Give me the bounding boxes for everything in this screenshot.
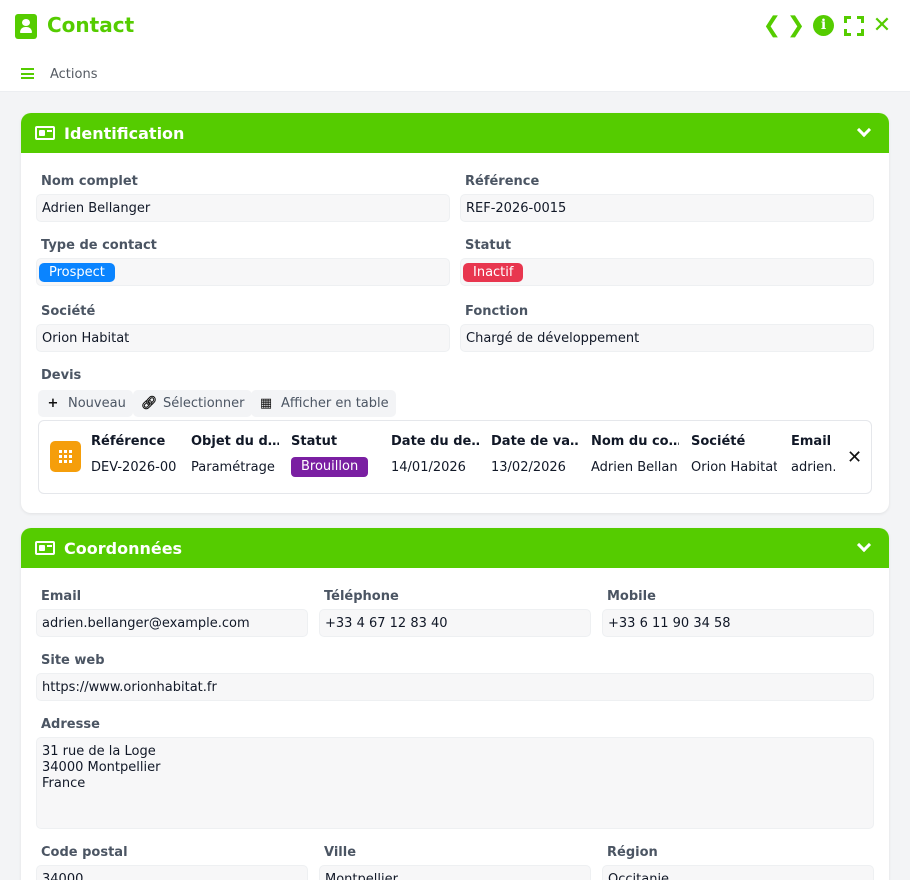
selectionner-button[interactable]: 🔗︎ Sélectionner bbox=[133, 390, 252, 417]
code-postal-field[interactable]: 34000 bbox=[36, 865, 308, 880]
identification-title: Identification bbox=[64, 124, 185, 143]
site-web-field[interactable]: https://www.orionhabitat.fr bbox=[36, 673, 874, 701]
site-web-label: Site web bbox=[41, 653, 105, 668]
nouveau-button[interactable]: + Nouveau bbox=[38, 390, 133, 417]
cell-email[interactable]: adrien.l bbox=[791, 460, 835, 475]
email-field[interactable]: adrien.bellanger@example.com bbox=[36, 609, 308, 637]
region-label: Région bbox=[607, 845, 658, 860]
col-reference[interactable]: Référence bbox=[91, 434, 183, 449]
coordonnees-section: Coordonnées Email adrien.bellanger@examp… bbox=[21, 528, 889, 880]
remove-row-icon[interactable]: ✕ bbox=[847, 447, 862, 468]
mobile-field[interactable]: +33 6 11 90 34 58 bbox=[602, 609, 874, 637]
statut-label: Statut bbox=[465, 238, 512, 253]
fonction-label: Fonction bbox=[465, 304, 529, 319]
contact-book-icon bbox=[15, 14, 37, 39]
reference-field[interactable]: REF-2026-0015 bbox=[460, 194, 874, 222]
reference-label: Référence bbox=[465, 174, 540, 189]
id-card-icon bbox=[35, 126, 55, 140]
col-societe[interactable]: Société bbox=[691, 434, 779, 449]
email-label: Email bbox=[41, 589, 82, 604]
afficher-en-table-button[interactable]: ▦ Afficher en table bbox=[251, 390, 396, 417]
adresse-label: Adresse bbox=[41, 717, 100, 732]
col-statut[interactable]: Statut bbox=[291, 434, 379, 449]
selectionner-label: Sélectionner bbox=[163, 396, 245, 411]
cell-objet[interactable]: Paramétrage c bbox=[191, 460, 277, 475]
info-icon[interactable]: i bbox=[813, 15, 834, 36]
ville-field[interactable]: Montpellier bbox=[319, 865, 591, 880]
window-title: Contact bbox=[47, 13, 135, 37]
coordonnees-title: Coordonnées bbox=[64, 539, 183, 558]
nom-complet-field[interactable]: Adrien Bellanger bbox=[36, 194, 450, 222]
link-icon: 🔗︎ bbox=[141, 396, 158, 411]
next-record-button[interactable]: ❯ bbox=[785, 14, 807, 38]
mobile-label: Mobile bbox=[607, 589, 656, 604]
cell-date-devis[interactable]: 14/01/2026 bbox=[391, 460, 477, 475]
type-contact-label: Type de contact bbox=[41, 238, 157, 253]
hamburger-menu-icon[interactable] bbox=[21, 68, 34, 79]
fullscreen-icon[interactable] bbox=[844, 16, 864, 36]
cell-reference[interactable]: DEV-2026-00 bbox=[91, 460, 177, 475]
inactif-badge: Inactif bbox=[463, 263, 524, 282]
col-nom-contact[interactable]: Nom du co… bbox=[591, 434, 679, 449]
cell-date-validite[interactable]: 13/02/2026 bbox=[491, 460, 577, 475]
table-icon: ▦ bbox=[259, 396, 273, 411]
id-card-icon bbox=[35, 541, 55, 555]
region-field[interactable]: Occitanie bbox=[602, 865, 874, 880]
code-postal-label: Code postal bbox=[41, 845, 128, 860]
devis-label: Devis bbox=[41, 368, 82, 383]
col-objet[interactable]: Objet du d… bbox=[191, 434, 279, 449]
cell-societe[interactable]: Orion Habitat bbox=[691, 460, 777, 475]
nom-complet-label: Nom complet bbox=[41, 174, 138, 189]
telephone-label: Téléphone bbox=[324, 589, 399, 604]
col-date-validite[interactable]: Date de va… bbox=[491, 434, 579, 449]
nouveau-label: Nouveau bbox=[68, 396, 126, 411]
telephone-field[interactable]: +33 4 67 12 83 40 bbox=[319, 609, 591, 637]
societe-field[interactable]: Orion Habitat bbox=[36, 324, 450, 352]
close-window-button[interactable]: ✕ bbox=[871, 14, 893, 38]
brouillon-badge: Brouillon bbox=[291, 457, 369, 477]
chevron-down-icon[interactable] bbox=[856, 537, 872, 553]
cell-nom-contact[interactable]: Adrien Bellang bbox=[591, 460, 677, 475]
societe-label: Société bbox=[41, 304, 96, 319]
grid-icon[interactable] bbox=[50, 441, 81, 472]
cell-statut[interactable]: Brouillon bbox=[291, 457, 381, 477]
col-email[interactable]: Email bbox=[791, 434, 837, 449]
window-header: Contact ❮ ❯ i ✕ Actions bbox=[0, 0, 910, 92]
devis-table: Référence Objet du d… Statut Date du de…… bbox=[38, 420, 872, 494]
col-date-devis[interactable]: Date du de… bbox=[391, 434, 479, 449]
chevron-down-icon[interactable] bbox=[856, 122, 872, 138]
adresse-textarea[interactable]: 31 rue de la Loge 34000 Montpellier Fran… bbox=[36, 737, 874, 829]
type-contact-field[interactable]: Prospect bbox=[36, 258, 450, 286]
ville-label: Ville bbox=[324, 845, 357, 860]
coordonnees-header[interactable]: Coordonnées bbox=[21, 528, 889, 568]
prospect-badge: Prospect bbox=[39, 263, 115, 282]
actions-menu[interactable]: Actions bbox=[50, 67, 98, 82]
identification-header[interactable]: Identification bbox=[21, 113, 889, 153]
previous-record-button[interactable]: ❮ bbox=[761, 14, 783, 38]
afficher-label: Afficher en table bbox=[281, 396, 389, 411]
plus-icon: + bbox=[47, 396, 59, 411]
statut-field[interactable]: Inactif bbox=[460, 258, 874, 286]
fonction-field[interactable]: Chargé de développement bbox=[460, 324, 874, 352]
